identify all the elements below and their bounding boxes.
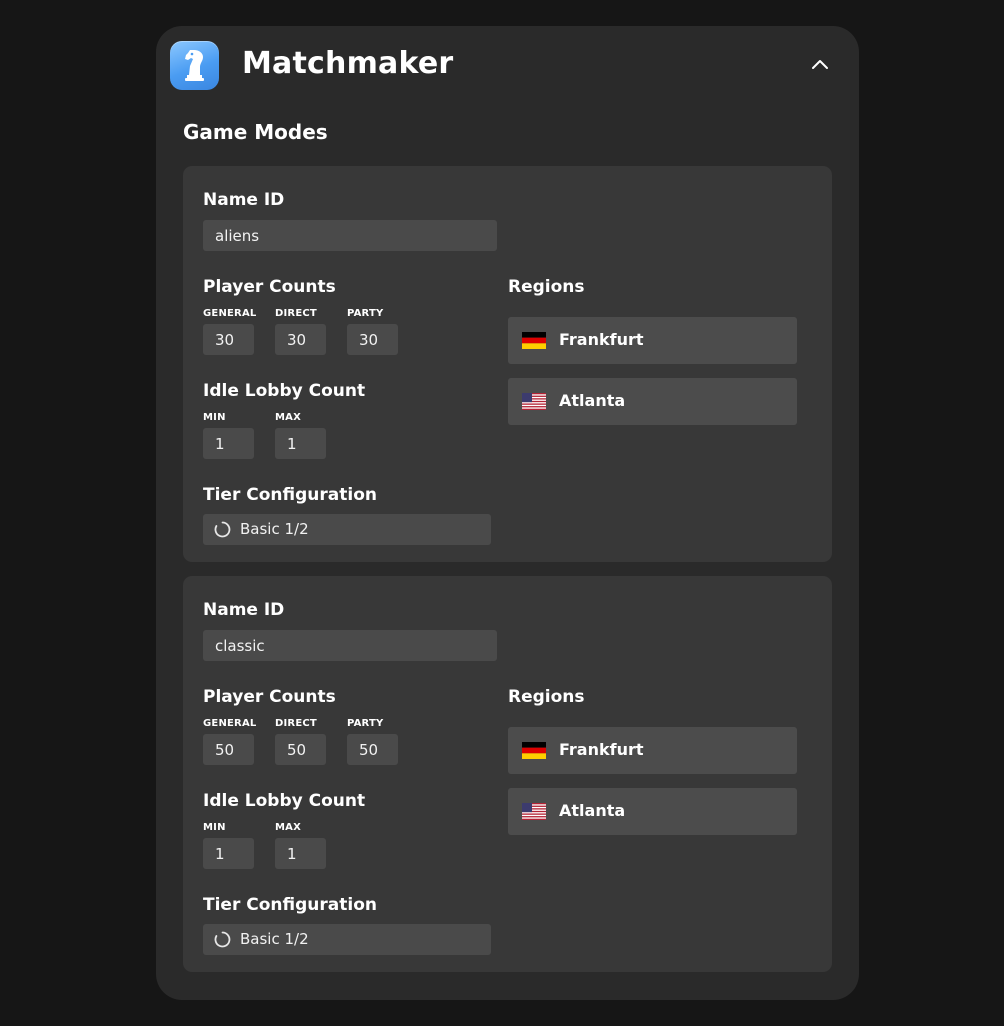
general-label: GENERAL <box>203 308 257 319</box>
idle-lobby-count-label: Idle Lobby Count <box>203 381 366 401</box>
game-mode-card: Name ID Player Counts GENERAL DIRECT PAR… <box>183 166 832 562</box>
matchmaker-panel: Matchmaker Game Modes Name ID Player Cou… <box>156 26 859 1000</box>
tier-configuration-label: Tier Configuration <box>203 485 377 505</box>
usa-flag-icon <box>522 803 546 820</box>
section-title: Game Modes <box>183 120 328 144</box>
chess-knight-icon <box>170 41 219 90</box>
tier-select[interactable]: Basic 1/2 <box>203 924 491 955</box>
usa-flag-icon <box>522 393 546 410</box>
name-id-label: Name ID <box>203 600 285 620</box>
min-label: MIN <box>203 412 226 423</box>
idle-max-input[interactable] <box>275 428 326 459</box>
player-counts-label: Player Counts <box>203 277 336 297</box>
loading-spinner-icon <box>214 931 231 948</box>
name-id-input[interactable] <box>203 630 497 661</box>
region-item-atlanta[interactable]: Atlanta <box>508 378 797 425</box>
app-title: Matchmaker <box>242 46 454 81</box>
region-name: Atlanta <box>559 801 626 820</box>
idle-min-input[interactable] <box>203 838 254 869</box>
name-id-input[interactable] <box>203 220 497 251</box>
max-label: MAX <box>275 822 302 833</box>
party-count-input[interactable] <box>347 324 398 355</box>
player-counts-label: Player Counts <box>203 687 336 707</box>
regions-label: Regions <box>508 687 585 707</box>
party-count-input[interactable] <box>347 734 398 765</box>
region-item-frankfurt[interactable]: Frankfurt <box>508 317 797 364</box>
general-label: GENERAL <box>203 718 257 729</box>
name-id-label: Name ID <box>203 190 285 210</box>
regions-label: Regions <box>508 277 585 297</box>
tier-configuration-label: Tier Configuration <box>203 895 377 915</box>
tier-select[interactable]: Basic 1/2 <box>203 514 491 545</box>
min-label: MIN <box>203 822 226 833</box>
region-item-atlanta[interactable]: Atlanta <box>508 788 797 835</box>
collapse-button[interactable] <box>801 50 839 80</box>
max-label: MAX <box>275 412 302 423</box>
direct-count-input[interactable] <box>275 324 326 355</box>
region-name: Frankfurt <box>559 330 644 349</box>
party-label: PARTY <box>347 308 384 319</box>
idle-lobby-count-label: Idle Lobby Count <box>203 791 366 811</box>
tier-value: Basic 1/2 <box>240 520 309 538</box>
general-count-input[interactable] <box>203 734 254 765</box>
germany-flag-icon <box>522 742 546 759</box>
direct-label: DIRECT <box>275 718 317 729</box>
game-mode-card: Name ID Player Counts GENERAL DIRECT PAR… <box>183 576 832 972</box>
direct-label: DIRECT <box>275 308 317 319</box>
chevron-up-icon[interactable] <box>801 50 839 80</box>
region-name: Atlanta <box>559 391 626 410</box>
loading-spinner-icon <box>214 521 231 538</box>
region-item-frankfurt[interactable]: Frankfurt <box>508 727 797 774</box>
idle-max-input[interactable] <box>275 838 326 869</box>
germany-flag-icon <box>522 332 546 349</box>
idle-min-input[interactable] <box>203 428 254 459</box>
region-name: Frankfurt <box>559 740 644 759</box>
general-count-input[interactable] <box>203 324 254 355</box>
direct-count-input[interactable] <box>275 734 326 765</box>
tier-value: Basic 1/2 <box>240 930 309 948</box>
panel-header: Matchmaker <box>156 26 859 106</box>
party-label: PARTY <box>347 718 384 729</box>
